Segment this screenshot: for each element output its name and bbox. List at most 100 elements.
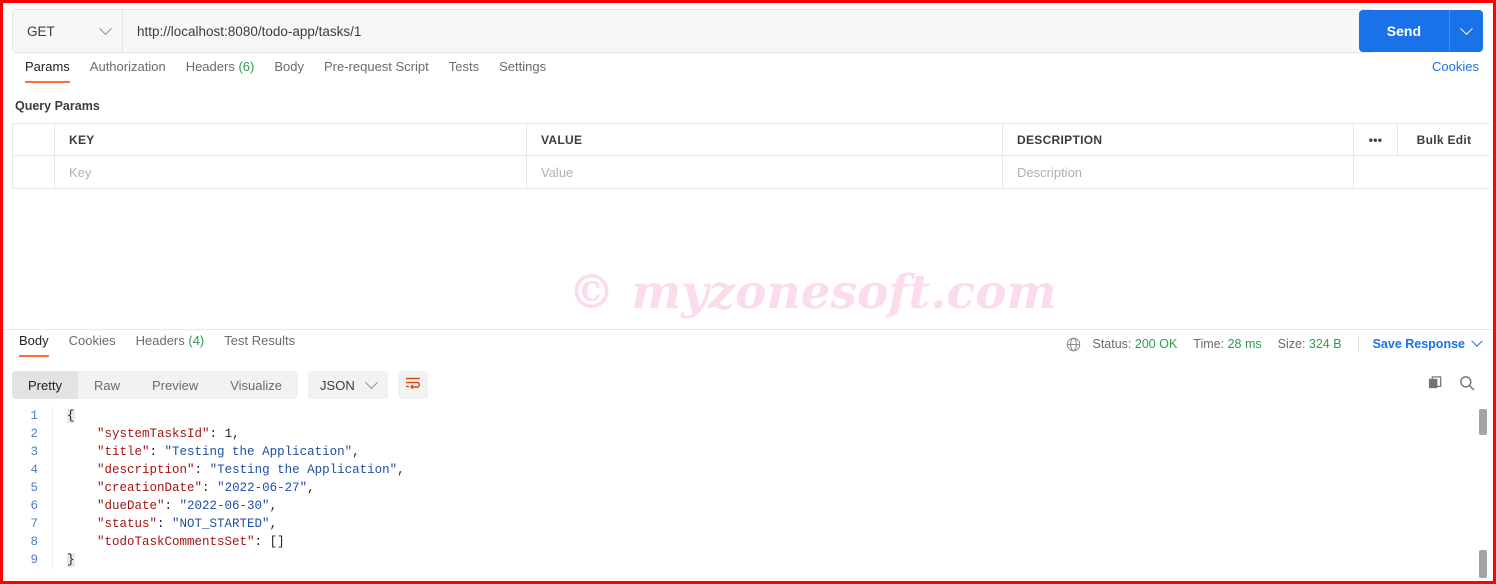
language-select[interactable]: JSON xyxy=(308,371,388,399)
code-text: } xyxy=(67,553,75,567)
tab-label: Tests xyxy=(448,59,480,74)
code-text: "systemTasksId": 1, xyxy=(97,427,240,441)
response-tab-headers[interactable]: Headers (4) xyxy=(126,333,215,357)
view-mode-pretty[interactable]: Pretty xyxy=(12,371,78,399)
code-line: 1{ xyxy=(12,407,1480,425)
status-label: Status: xyxy=(1092,337,1132,351)
code-line: 7 "status": "NOT_STARTED", xyxy=(12,515,1480,533)
code-text: "status": "NOT_STARTED", xyxy=(97,517,278,531)
code-line: 4 "description": "Testing the Applicatio… xyxy=(12,461,1480,479)
table-header-row: KEY VALUE DESCRIPTION ••• Bulk Edit xyxy=(13,124,1490,156)
line-number: 5 xyxy=(30,481,38,495)
save-response-button[interactable]: Save Response xyxy=(1373,335,1483,351)
line-number: 6 xyxy=(30,499,38,513)
response-body-code[interactable]: 1{2 "systemTasksId": 1, 3 "title": "Testi… xyxy=(12,407,1480,581)
line-number: 2 xyxy=(30,427,38,441)
send-options-button[interactable] xyxy=(1449,10,1483,52)
code-line: 9} xyxy=(12,551,1480,569)
http-method-value: GET xyxy=(27,23,55,39)
tab-label: Body xyxy=(274,59,304,74)
tab-body[interactable]: Body xyxy=(264,59,314,83)
line-number: 4 xyxy=(30,463,38,477)
line-number: 1 xyxy=(30,409,38,423)
status-badge: Status: 200 OK xyxy=(1093,337,1178,351)
tab-label: Params xyxy=(25,59,70,74)
row-spacer xyxy=(1354,156,1398,188)
word-wrap-button[interactable] xyxy=(397,371,428,399)
gutter-divider xyxy=(52,551,53,569)
tab-label: Headers xyxy=(185,59,235,74)
tab-authorization[interactable]: Authorization xyxy=(80,59,176,83)
tab-pre-request-script[interactable]: Pre-request Script xyxy=(314,59,439,83)
more-options-icon[interactable]: ••• xyxy=(1354,124,1398,155)
http-method-select[interactable]: GET xyxy=(13,10,123,52)
row-spacer xyxy=(1398,156,1490,188)
query-params-table: KEY VALUE DESCRIPTION ••• Bulk Edit Key … xyxy=(12,123,1490,189)
row-checkbox-cell[interactable] xyxy=(13,156,55,188)
globe-icon xyxy=(1066,337,1081,352)
send-button[interactable]: Send xyxy=(1358,10,1449,52)
tab-settings[interactable]: Settings xyxy=(489,59,556,83)
code-line: 6 "dueDate": "2022-06-30", xyxy=(12,497,1480,515)
time-value: 28 ms xyxy=(1227,337,1262,351)
tab-label: Authorization xyxy=(89,59,166,74)
send-button-group: Send xyxy=(1358,10,1483,52)
tab-label: Pre-request Script xyxy=(323,59,429,74)
gutter-divider xyxy=(52,461,53,479)
code-line: 3 "title": "Testing the Application", xyxy=(12,443,1480,461)
response-divider xyxy=(3,329,1493,330)
response-format-bar: Pretty Raw Preview Visualize JSON xyxy=(12,371,428,399)
size-value: 324 B xyxy=(1308,337,1342,351)
select-all-checkbox-cell[interactable] xyxy=(13,124,55,155)
response-scrollbar[interactable] xyxy=(1479,407,1487,581)
tab-label: Headers xyxy=(135,333,185,348)
column-header-description: DESCRIPTION xyxy=(1003,124,1354,155)
tab-tests[interactable]: Tests xyxy=(439,59,489,83)
tab-label: Cookies xyxy=(68,333,116,348)
language-value: JSON xyxy=(320,377,355,393)
size-label: Size: xyxy=(1277,337,1306,351)
view-mode-visualize[interactable]: Visualize xyxy=(214,371,298,399)
line-number: 8 xyxy=(30,535,38,549)
scrollbar-thumb[interactable] xyxy=(1479,409,1487,435)
response-actions xyxy=(1428,375,1475,396)
view-mode-raw[interactable]: Raw xyxy=(78,371,136,399)
gutter-divider xyxy=(52,515,53,533)
tab-count-badge: (6) xyxy=(238,59,255,74)
tab-headers[interactable]: Headers (6) xyxy=(176,59,265,83)
response-tab-test-results[interactable]: Test Results xyxy=(214,333,305,357)
copy-icon[interactable] xyxy=(1428,375,1443,396)
response-status-bar: Status: 200 OK Time: 28 ms Size: 324 B S… xyxy=(1066,335,1483,352)
param-key-input[interactable]: Key xyxy=(55,156,527,188)
view-mode-preview[interactable]: Preview xyxy=(136,371,214,399)
scrollbar-thumb-secondary[interactable] xyxy=(1479,550,1487,578)
param-description-input[interactable]: Description xyxy=(1003,156,1354,188)
cookies-link[interactable]: Cookies xyxy=(1432,59,1479,74)
gutter-divider xyxy=(52,443,53,461)
gutter-divider xyxy=(52,533,53,551)
table-row: Key Value Description xyxy=(13,156,1490,188)
response-tab-cookies[interactable]: Cookies xyxy=(59,333,126,357)
chevron-down-icon xyxy=(99,21,112,35)
code-line: 8 "todoTaskCommentsSet": [] xyxy=(12,533,1480,551)
tab-params[interactable]: Params xyxy=(15,59,80,83)
code-text: "description": "Testing the Application"… xyxy=(97,463,405,477)
size-badge: Size: 324 B xyxy=(1278,337,1342,351)
view-mode-segmented-control: Pretty Raw Preview Visualize xyxy=(12,371,299,399)
chevron-down-icon xyxy=(1460,21,1473,35)
code-text: "dueDate": "2022-06-30", xyxy=(97,499,278,513)
tab-label: Body xyxy=(19,333,49,348)
bulk-edit-button[interactable]: Bulk Edit xyxy=(1398,124,1490,155)
query-params-title: Query Params xyxy=(15,99,100,113)
code-text: { xyxy=(67,409,75,423)
line-number: 7 xyxy=(30,517,38,531)
param-value-input[interactable]: Value xyxy=(527,156,1003,188)
time-label: Time: xyxy=(1193,337,1225,351)
request-url-input[interactable]: http://localhost:8080/todo-app/tasks/1 xyxy=(123,10,1373,52)
search-icon[interactable] xyxy=(1459,375,1475,396)
response-tabs: Body Cookies Headers (4) Test Results xyxy=(3,333,305,357)
status-value: 200 OK xyxy=(1134,337,1178,351)
response-tab-body[interactable]: Body xyxy=(9,333,59,357)
word-wrap-icon xyxy=(405,376,421,395)
time-badge: Time: 28 ms xyxy=(1193,337,1261,351)
